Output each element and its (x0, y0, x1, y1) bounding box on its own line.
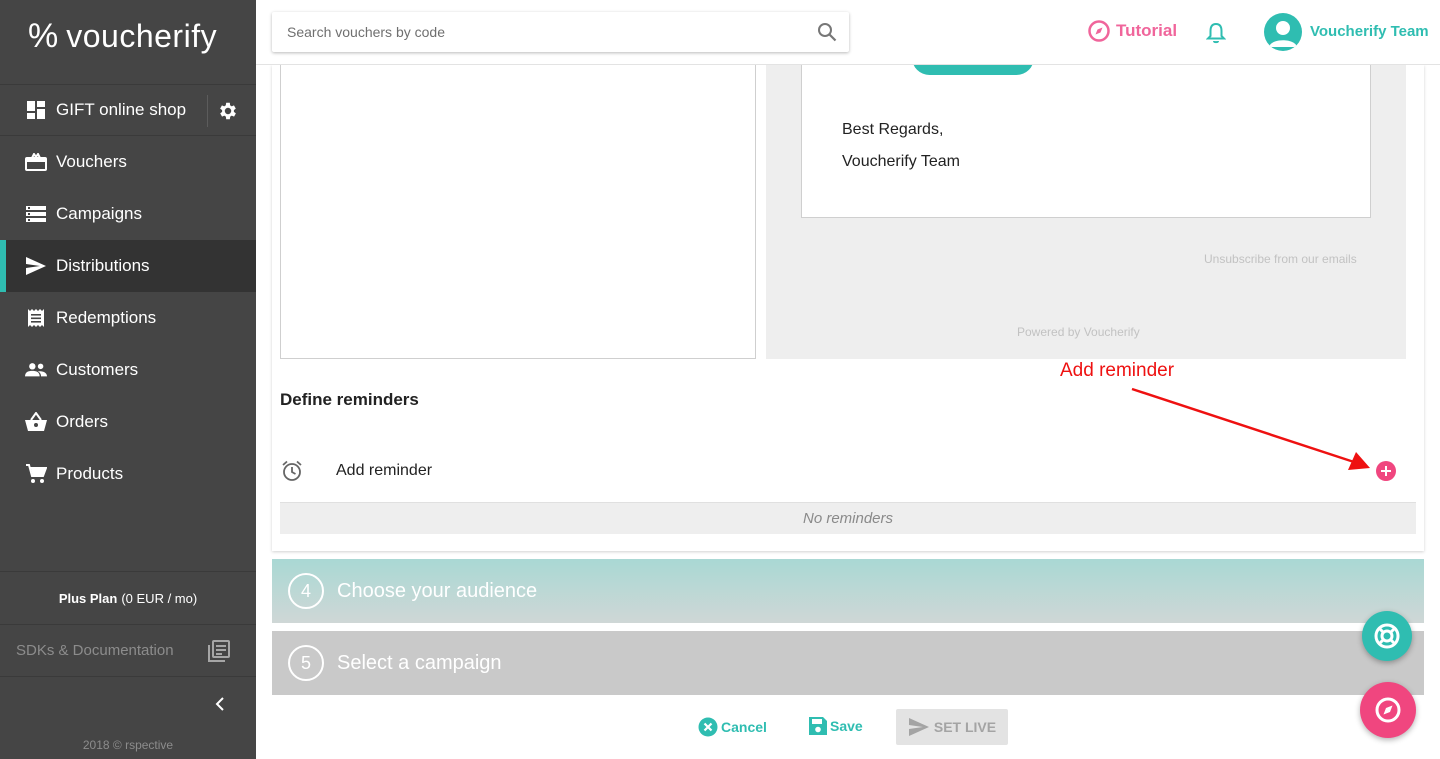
sidebar-item-label: Products (56, 464, 124, 483)
step-number: 4 (288, 573, 324, 609)
sdk-label: SDKs & Documentation (16, 642, 174, 659)
top-bar: Tutorial Voucherify Team (256, 0, 1440, 65)
email-preview-body (801, 65, 1371, 218)
step-title: Select a campaign (337, 651, 502, 674)
template-editor[interactable] (280, 65, 756, 359)
compass-icon (1375, 697, 1401, 723)
plan-name: Plus Plan (58, 590, 118, 606)
add-reminder-label: Add reminder (336, 462, 433, 479)
avatar[interactable] (1264, 13, 1302, 51)
sidebar-item-products[interactable]: Products (0, 448, 256, 500)
logo-mark: % (28, 17, 59, 55)
action-bar: Cancel Save SET LIVE (0, 709, 1440, 745)
gear-icon[interactable] (217, 100, 239, 122)
username[interactable]: Voucherify Team (1310, 23, 1429, 40)
library-books-icon (208, 640, 230, 662)
step-number: 5 (288, 645, 324, 681)
save-button[interactable]: Save (809, 717, 863, 735)
project-name: GIFT online shop (56, 100, 187, 119)
plan-price: (0 EUR / mo) (121, 590, 198, 606)
send-icon (25, 255, 47, 277)
cancel-icon (698, 717, 718, 737)
sidebar: % voucherify GIFT online shop Vouchers C… (0, 0, 256, 759)
sidebar-item-label: Vouchers (56, 152, 127, 171)
bell-icon[interactable] (1206, 22, 1226, 44)
sdk-documentation-link[interactable]: SDKs & Documentation (0, 625, 256, 677)
sidebar-item-label: Orders (56, 412, 108, 431)
voucher-icon (25, 151, 47, 173)
tutorial-button[interactable]: Tutorial (1088, 20, 1177, 42)
send-icon (908, 718, 929, 736)
step-title: Choose your audience (337, 579, 538, 602)
annotation-label: Add reminder (1060, 360, 1175, 381)
project-switcher[interactable]: GIFT online shop (0, 84, 256, 136)
sidebar-item-campaigns[interactable]: Campaigns (0, 188, 256, 240)
plan-info: Plus Plan (0 EUR / mo) (0, 571, 256, 625)
preview-unsubscribe: Unsubscribe from our emails (1204, 252, 1357, 266)
sidebar-item-customers[interactable]: Customers (0, 344, 256, 396)
sidebar-item-label: Campaigns (56, 204, 142, 223)
voucherify-logo[interactable]: % voucherify (28, 16, 217, 56)
preview-regards: Best Regards, (842, 121, 944, 138)
cancel-label: Cancel (721, 719, 767, 735)
annotation-arrow (1131, 387, 1370, 470)
search-box (272, 12, 849, 52)
sidebar-item-redemptions[interactable]: Redemptions (0, 292, 256, 344)
user-icon (1269, 21, 1297, 47)
preview-powered-by: Powered by Voucherify (1017, 325, 1140, 339)
sidebar-item-label: Customers (56, 360, 139, 379)
no-reminders-placeholder: No reminders (280, 502, 1416, 534)
cancel-button[interactable]: Cancel (698, 717, 767, 737)
logo-text: voucherify (66, 18, 218, 54)
reminders-heading: Define reminders (280, 390, 419, 409)
alarm-icon (282, 460, 302, 481)
set-live-button[interactable]: SET LIVE (896, 709, 1008, 745)
sidebar-item-distributions[interactable]: Distributions (0, 240, 256, 292)
basket-icon (25, 411, 47, 433)
help-button[interactable] (1362, 611, 1412, 661)
compass-icon (1088, 20, 1110, 42)
sidebar-item-orders[interactable]: Orders (0, 396, 256, 448)
tutorial-fab-button[interactable] (1360, 682, 1416, 738)
search-input[interactable] (272, 24, 792, 40)
sidebar-nav: Vouchers Campaigns Distributions Redempt… (0, 136, 256, 500)
set-live-label: SET LIVE (933, 719, 997, 735)
sidebar-item-vouchers[interactable]: Vouchers (0, 136, 256, 188)
divider (207, 95, 208, 127)
tutorial-label: Tutorial (1116, 21, 1178, 40)
people-icon (25, 359, 47, 381)
step-select-campaign[interactable]: 5 Select a campaign (272, 631, 1424, 695)
lifebuoy-icon (1374, 623, 1400, 649)
campaigns-icon (25, 203, 47, 225)
plus-icon (1381, 466, 1391, 476)
cart-icon (25, 463, 47, 485)
save-label: Save (830, 718, 863, 734)
preview-team: Voucherify Team (842, 153, 960, 170)
search-icon[interactable] (817, 22, 837, 42)
sidebar-item-label: Redemptions (56, 308, 157, 327)
dashboard-icon (27, 101, 45, 119)
save-icon (809, 717, 827, 735)
step-choose-audience[interactable]: 4 Choose your audience (272, 559, 1424, 623)
receipt-icon (25, 307, 47, 329)
sidebar-item-label: Distributions (56, 256, 150, 275)
